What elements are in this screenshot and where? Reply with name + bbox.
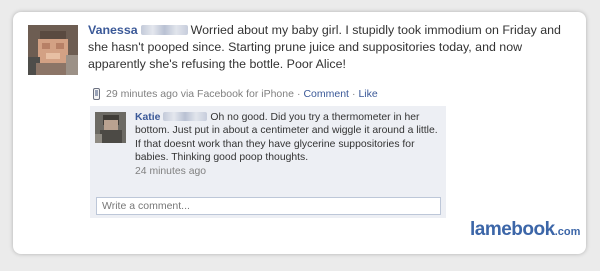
comment-author-name[interactable]: Katie [135,112,160,123]
lamebook-watermark: lamebook.com [470,219,580,241]
comment-section: Katie Oh no good. Did you try a thermomet… [90,106,446,218]
post-author-name[interactable]: Vanessa [88,23,138,37]
avatar[interactable] [28,25,78,75]
post-time-source: 29 minutes ago via Facebook for iPhone [106,88,294,100]
post-meta: 29 minutes ago via Facebook for iPhone ·… [93,88,378,100]
comment-timestamp: 24 minutes ago [135,166,207,178]
redacted-surname [163,111,208,121]
meta-separator: · [296,88,301,100]
meta-separator: · [351,88,356,100]
like-link[interactable]: Like [358,88,377,100]
comment-body: Katie Oh no good. Did you try a thermomet… [135,111,445,178]
watermark-suffix: .com [554,226,581,238]
phone-icon [93,88,100,100]
redacted-surname [140,24,188,35]
comment-avatar[interactable] [95,112,126,143]
watermark-main: lamebook [470,219,555,240]
story-card: Vanessa Worried about my baby girl. I stu… [13,12,586,254]
comment-link[interactable]: Comment [303,88,349,100]
comment-input[interactable] [96,197,441,215]
story-message: Vanessa Worried about my baby girl. I stu… [88,22,578,73]
comment-message: Katie Oh no good. Did you try a thermomet… [135,111,445,164]
story-body: Vanessa Worried about my baby girl. I stu… [88,22,578,73]
